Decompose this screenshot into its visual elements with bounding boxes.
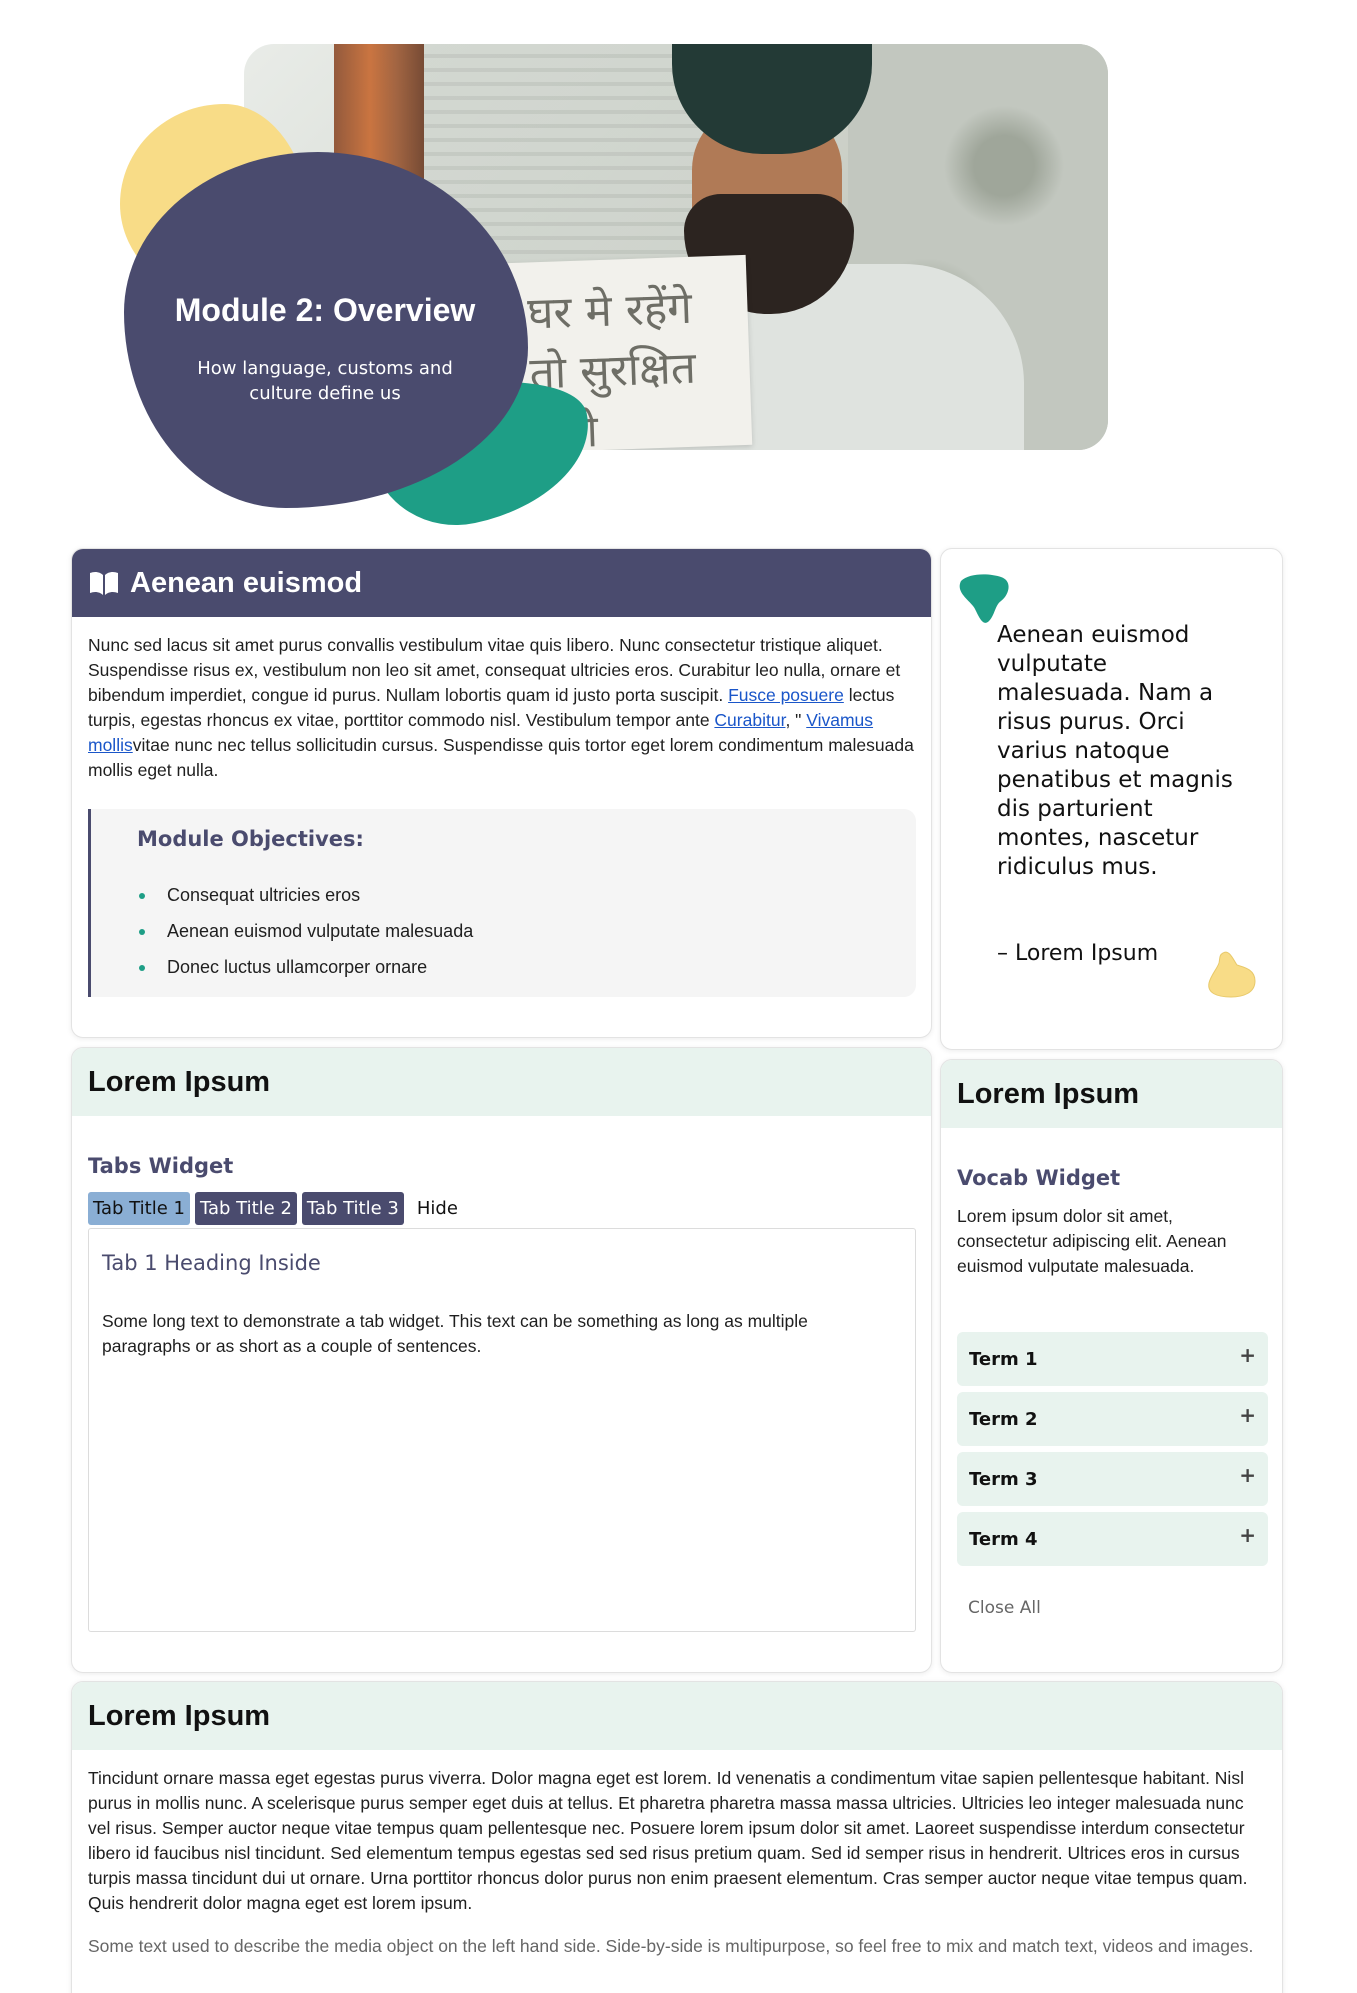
tab-title-1[interactable]: Tab Title 1: [88, 1192, 190, 1225]
module-objectives-box: Module Objectives: Consequat ultricies e…: [88, 809, 916, 997]
intro-card: Aenean euismod Nunc sed lacus sit amet p…: [71, 548, 932, 1038]
vocab-term-1[interactable]: Term 1 +: [957, 1332, 1268, 1386]
quote-author: – Lorem Ipsum: [997, 941, 1159, 966]
vocab-term-2[interactable]: Term 2 +: [957, 1392, 1268, 1446]
vocab-card: Lorem Ipsum Vocab Widget Lorem ipsum dol…: [940, 1059, 1283, 1673]
hero-subtitle: How language, customs and culture define…: [197, 358, 453, 404]
objectives-list: Consequat ultricies eros Aenean euismod …: [137, 877, 473, 985]
term-label: Term 3: [969, 1468, 1038, 1490]
media-description: Some text used to describe the media obj…: [88, 1936, 1254, 1956]
vocab-description: Lorem ipsum dolor sit amet, consectetur …: [957, 1206, 1227, 1276]
intro-text-4: vitae nunc nec tellus sollicitudin cursu…: [88, 735, 914, 780]
bottom-card: Lorem Ipsum Tincidunt ornare massa eget …: [71, 1681, 1283, 1993]
vocab-term-4[interactable]: Term 4 +: [957, 1512, 1268, 1566]
list-item: Donec luctus ullamcorper ornare: [137, 949, 473, 985]
list-item: Aenean euismod vulputate malesuada: [137, 913, 473, 949]
fusce-posuere-link[interactable]: Fusce posuere: [728, 685, 844, 705]
hero-title: Module 2: Overview: [174, 292, 476, 328]
curabitur-link[interactable]: Curabitur: [714, 710, 785, 730]
objectives-title: Module Objectives:: [137, 827, 364, 851]
vocab-widget-title: Vocab Widget: [957, 1166, 1121, 1190]
intro-paragraph: Nunc sed lacus sit amet purus convallis …: [88, 633, 918, 783]
plus-icon: +: [1239, 1343, 1256, 1367]
term-label: Term 1: [969, 1348, 1038, 1370]
book-open-icon: [88, 570, 120, 596]
tab-panel-body: Some long text to demonstrate a tab widg…: [102, 1311, 808, 1356]
intro-card-header: Aenean euismod: [72, 549, 931, 617]
plus-icon: +: [1239, 1523, 1256, 1547]
close-all-button[interactable]: Close All: [968, 1598, 1041, 1618]
green-blob-icon: [959, 574, 1009, 623]
yellow-blob-icon: [1208, 951, 1256, 998]
intro-text-3: , ": [785, 710, 807, 730]
bottom-card-header: Lorem Ipsum: [72, 1682, 1282, 1750]
tab-title-3[interactable]: Tab Title 3: [301, 1192, 404, 1225]
bottom-paragraph: Tincidunt ornare massa eget egestas puru…: [88, 1768, 1248, 1913]
plus-icon: +: [1239, 1403, 1256, 1427]
tab-panel-heading: Tab 1 Heading Inside: [102, 1251, 321, 1275]
vocab-term-3[interactable]: Term 3 +: [957, 1452, 1268, 1506]
tabs-card-header: Lorem Ipsum: [72, 1048, 931, 1116]
hero-banner: घर मे रहेंगे तो सुरक्षित रहेंगे Module 2…: [0, 0, 1357, 542]
plus-icon: +: [1239, 1463, 1256, 1487]
term-label: Term 2: [969, 1408, 1038, 1430]
tab-bar: Tab Title 1 Tab Title 2 Tab Title 3 Hide: [88, 1192, 463, 1225]
vocab-card-header: Lorem Ipsum: [941, 1060, 1282, 1128]
list-item: Consequat ultricies eros: [137, 877, 473, 913]
tab-title-2[interactable]: Tab Title 2: [194, 1192, 297, 1225]
tabs-card: Lorem Ipsum Tabs Widget Tab Title 1 Tab …: [71, 1047, 932, 1673]
quote-text: Aenean euismod vulputate malesuada. Nam …: [997, 622, 1233, 880]
intro-card-title: Aenean euismod: [130, 566, 363, 599]
quote-card: Aenean euismod vulputate malesuada. Nam …: [940, 548, 1283, 1050]
term-label: Term 4: [969, 1528, 1038, 1550]
tab-panel: Tab 1 Heading Inside Some long text to d…: [88, 1228, 916, 1632]
hide-tabs-button[interactable]: Hide: [409, 1192, 463, 1225]
tabs-widget-title: Tabs Widget: [88, 1154, 234, 1178]
